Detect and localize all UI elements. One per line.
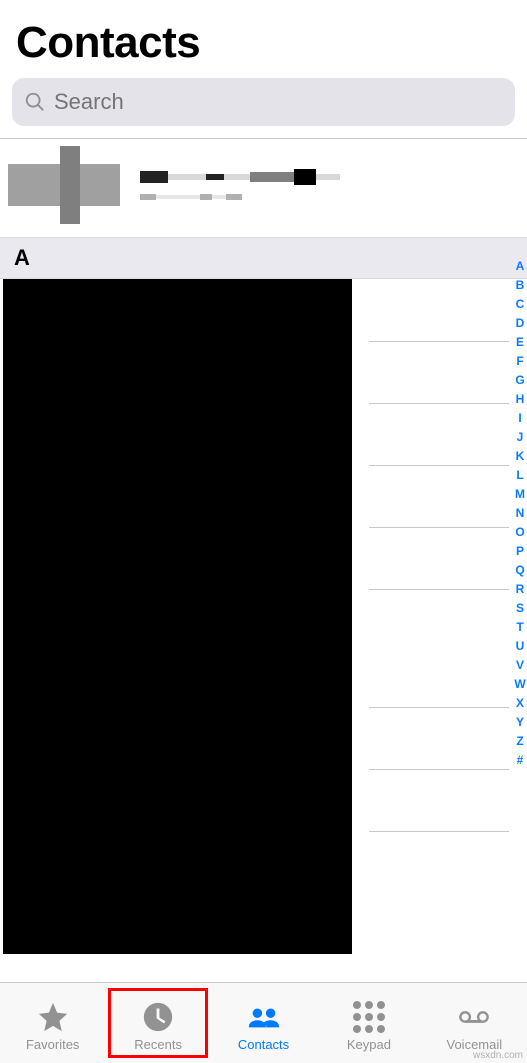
section-header-label: A xyxy=(14,245,30,271)
search-field[interactable] xyxy=(12,78,515,126)
tab-contacts[interactable]: Contacts xyxy=(211,983,316,1063)
tab-label: Contacts xyxy=(238,1037,289,1052)
index-letter[interactable]: F xyxy=(516,353,523,370)
index-letter[interactable]: D xyxy=(516,315,525,332)
index-letter[interactable]: K xyxy=(516,448,525,465)
index-letter[interactable]: R xyxy=(516,581,525,598)
tab-label: Recents xyxy=(134,1037,182,1052)
watermark: wsxdn.com xyxy=(473,1050,523,1061)
my-card-row[interactable] xyxy=(0,139,527,237)
tab-recents[interactable]: Recents xyxy=(105,983,210,1063)
index-letter[interactable]: J xyxy=(517,429,524,446)
index-letter[interactable]: U xyxy=(516,638,525,655)
index-letter[interactable]: V xyxy=(516,657,524,674)
index-letter[interactable]: M xyxy=(515,486,525,503)
row-divider xyxy=(369,341,509,342)
alphabet-index[interactable]: ABCDEFGHIJKLMNOPQRSTUVWXYZ # xyxy=(513,258,527,769)
clock-icon xyxy=(141,1000,175,1034)
index-letter[interactable]: # xyxy=(517,752,524,769)
avatar xyxy=(8,146,118,224)
row-divider xyxy=(369,769,509,770)
keypad-icon xyxy=(352,1000,386,1034)
index-letter[interactable]: G xyxy=(515,372,524,389)
search-input[interactable] xyxy=(54,89,503,115)
index-letter[interactable]: S xyxy=(516,600,524,617)
index-letter[interactable]: P xyxy=(516,543,524,560)
header: Contacts xyxy=(0,0,527,78)
row-divider xyxy=(369,527,509,528)
index-letter[interactable]: A xyxy=(516,258,525,275)
index-letter[interactable]: L xyxy=(516,467,523,484)
row-divider xyxy=(369,403,509,404)
tab-keypad[interactable]: Keypad xyxy=(316,983,421,1063)
index-letter[interactable]: Y xyxy=(516,714,524,731)
index-letter[interactable]: X xyxy=(516,695,524,712)
contacts-icon xyxy=(247,1000,281,1034)
index-letter[interactable]: I xyxy=(518,410,521,427)
index-letter[interactable]: H xyxy=(516,391,525,408)
search-container xyxy=(0,78,527,138)
row-divider xyxy=(369,831,509,832)
section-header-a: A xyxy=(0,237,527,279)
index-letter[interactable]: T xyxy=(516,619,523,636)
tab-bar: Favorites Recents Contacts Keypad Voicem… xyxy=(0,982,527,1063)
row-divider xyxy=(369,707,509,708)
voicemail-icon xyxy=(457,1000,491,1034)
contacts-list[interactable] xyxy=(0,279,527,959)
search-icon xyxy=(24,91,46,113)
index-letter[interactable]: N xyxy=(516,505,525,522)
index-letter[interactable]: B xyxy=(516,277,525,294)
tab-favorites[interactable]: Favorites xyxy=(0,983,105,1063)
page-title: Contacts xyxy=(16,18,511,68)
index-letter[interactable]: Z xyxy=(516,733,523,750)
index-letter[interactable]: O xyxy=(515,524,524,541)
redacted-contacts xyxy=(3,279,352,954)
index-letter[interactable]: E xyxy=(516,334,524,351)
star-icon xyxy=(36,1000,70,1034)
row-divider xyxy=(369,589,509,590)
my-card-text xyxy=(140,171,340,201)
index-letter[interactable]: C xyxy=(516,296,525,313)
index-letter[interactable]: W xyxy=(514,676,525,693)
tab-label: Keypad xyxy=(347,1037,391,1052)
tab-label: Favorites xyxy=(26,1037,79,1052)
index-letter[interactable]: Q xyxy=(515,562,524,579)
row-divider xyxy=(369,465,509,466)
